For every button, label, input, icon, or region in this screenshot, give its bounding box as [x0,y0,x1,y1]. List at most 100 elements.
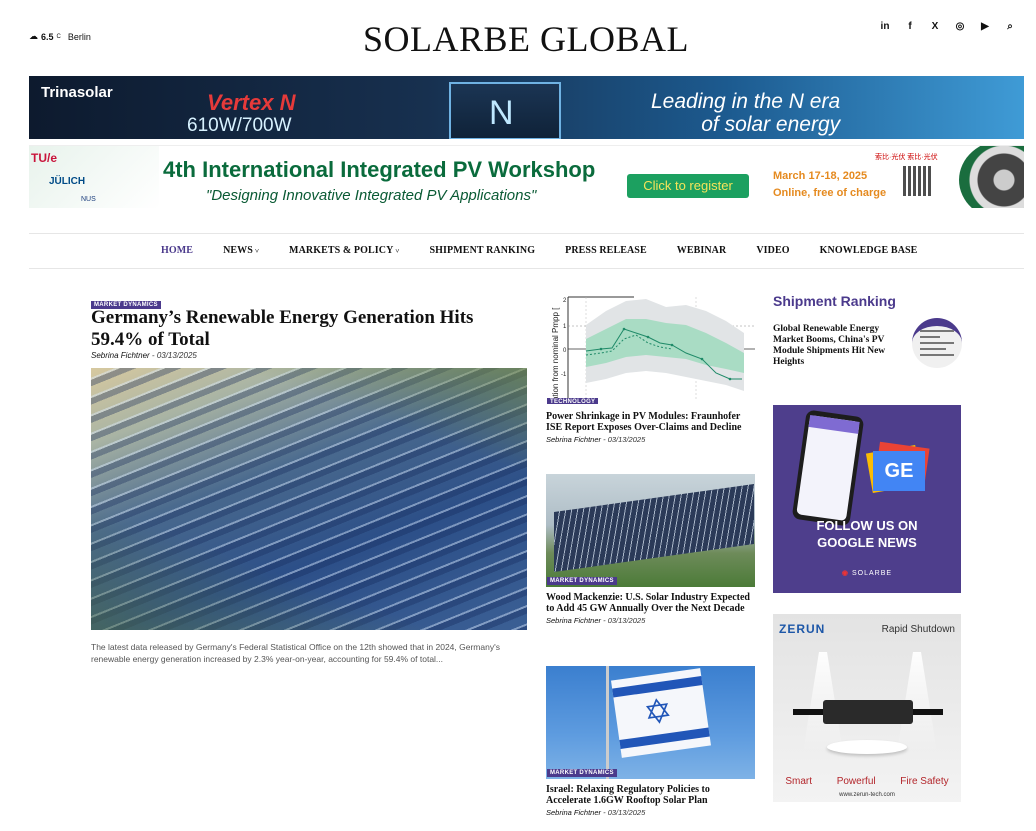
article-title[interactable]: Israel: Relaxing Regulatory Policies to … [546,784,755,806]
publish-date: 03/13/2025 [607,808,646,817]
article-card[interactable]: MARKET DYNAMICS Wood Mackenzie: U.S. Sol… [546,474,755,625]
nav-item-label: WEBINAR [676,245,727,256]
zerun-ad[interactable]: ZERUN Rapid Shutdown Smart Powerful Fire… [773,614,961,802]
nav-item-label: VIDEO [756,245,790,256]
author-name[interactable]: Sebrina Fichtner [546,616,601,625]
sidebar-article[interactable]: Global Renewable Energy Market Booms, Ch… [773,318,963,368]
article-card[interactable]: ✡ MARKET DYNAMICS Israel: Relaxing Regul… [546,666,755,817]
category-tag[interactable]: TECHNOLOGY [547,398,599,405]
feature-powerful: Powerful [836,776,876,787]
article-thumbnail[interactable]: ation from nominal Pmpp [ 2 1 0 -1 TECHN… [546,293,755,406]
zerun-headline: Rapid Shutdown [881,624,955,635]
workshop-subtitle: "Designing Innovative Integrated PV Appl… [206,187,537,204]
article-thumbnail[interactable]: ✡ MARKET DYNAMICS [546,666,755,779]
zerun-url: www.zerun-tech.com [839,792,895,798]
flag-pole [606,666,609,779]
article-title[interactable]: Power Shrinkage in PV Modules: Fraunhofe… [546,411,755,433]
article-byline: Sebrina Fichtner - 03/13/2025 [546,435,755,444]
category-tag[interactable]: MARKET DYNAMICS [547,577,617,585]
nav-item-video[interactable]: VIDEO [756,245,789,256]
zerun-features: Smart Powerful Fire Safety [773,776,961,787]
google-news-badge: GE [873,451,925,491]
israel-flag-image: ✡ [611,668,711,758]
chevron-down-icon: ˅ [254,247,260,255]
sidebar-heading[interactable]: Shipment Ranking [773,293,963,309]
degradation-chart-image: ation from nominal Pmpp [ 2 1 0 -1 [546,293,755,406]
partner-logos: TU/e JÜLICH NUS [29,146,159,208]
nav-item-label: NEWS [223,245,253,256]
trina-banner-ad[interactable]: Trinasolar Vertex N 610W/700W N Leading … [29,76,1024,139]
chart-tick-minus-1: -1 [561,372,567,378]
nav-item-markets-policy[interactable]: MARKETS & POLICY ˅ [289,245,399,256]
featured-image[interactable] [91,368,527,630]
instagram-icon[interactable]: ◎ [954,20,966,34]
nav-item-label: PRESS RELEASE [565,245,647,256]
star-of-david-icon: ✡ [641,690,676,735]
phone-graphic [791,409,865,527]
byline-separator: - [601,808,608,817]
pedestal-graphic [827,740,907,754]
nav-item-shipment-ranking[interactable]: SHIPMENT RANKING [430,245,536,256]
chevron-down-icon: ˅ [395,247,400,255]
solar-tracker-image [554,483,754,573]
register-button[interactable]: Click to register [627,174,749,198]
article-card[interactable]: ation from nominal Pmpp [ 2 1 0 -1 TECHN… [546,293,755,444]
featured-byline: Sebrina Fichtner - 03/13/2025 [91,351,197,360]
nav-item-label: SHIPMENT RANKING [429,245,536,256]
main-nav: HOME NEWS ˅ MARKETS & POLICY ˅ SHIPMENT RANKI… [29,233,1024,269]
google-news-icon: GE [865,441,930,494]
x-twitter-icon[interactable]: X [929,20,941,34]
publish-date: 03/13/2025 [607,616,646,625]
sidebar-article-title[interactable]: Global Renewable Energy Market Booms, Ch… [773,324,905,368]
nus-logo: NUS [81,196,96,203]
featured-title[interactable]: Germany’s Renewable Energy Generation Hi… [91,307,527,351]
author-name[interactable]: Sebrina Fichtner [546,808,601,817]
follow-line-1: FOLLOW US ON [816,518,918,533]
solarbe-brand: SOLARBE [851,570,893,577]
slogan-line-1: Leading in the N era [651,90,841,113]
sidebar-article-thumbnail[interactable] [912,318,962,368]
byline-separator: - [601,616,608,625]
article-byline: Sebrina Fichtner - 03/13/2025 [546,616,755,625]
follow-google-news-text: FOLLOW US ON GOOGLE NEWS [773,517,961,551]
nav-item-webinar[interactable]: WEBINAR [677,245,727,256]
nav-item-label: KNOWLEDGE BASE [819,245,918,256]
nav-item-label: HOME [161,245,194,256]
nav-item-knowledge-base[interactable]: KNOWLEDGE BASE [820,245,918,256]
slogan-line-2: of solar energy [701,113,841,136]
google-news-ad[interactable]: GE FOLLOW US ON GOOGLE NEWS ◉ SOLARBE [773,405,961,593]
article-title[interactable]: Wood Mackenzie: U.S. Solar Industry Expe… [546,592,755,614]
panel-letter: N [489,94,514,132]
nav-item-news[interactable]: NEWS ˅ [223,245,259,256]
trina-watts: 610W/700W [187,115,292,136]
top-bar: ☁ 6.5 C Berlin SOLARBE GLOBAL in f X ◎ ▶… [0,0,1036,75]
workshop-date-line-2: Online, free of charge [773,187,887,199]
workshop-banner-ad[interactable]: TU/e JÜLICH NUS 4th International Integr… [29,145,1024,208]
author-name[interactable]: Sebrina Fichtner [546,435,601,444]
article-byline: Sebrina Fichtner - 03/13/2025 [546,808,755,817]
wheel-graphic [959,146,1024,208]
feature-fire-safety: Fire Safety [900,776,949,787]
nav-item-label: MARKETS & POLICY [289,245,394,256]
facebook-icon[interactable]: f [904,20,916,34]
chart-axis-label: ation from nominal Pmpp [ [551,307,560,401]
trina-logo: Trinasolar [41,84,113,101]
nav-item-home[interactable]: HOME [161,245,193,256]
social-links: in f X ◎ ▶ ⌕ [879,20,1016,34]
workshop-date: March 17-18, 2025 Online, free of charge [773,168,886,202]
julich-logo: JÜLICH [49,176,86,187]
trina-product: Vertex N [207,90,296,115]
nav-item-press-release[interactable]: PRESS RELEASE [565,245,647,256]
category-tag[interactable]: MARKET DYNAMICS [547,769,617,777]
nav-list: HOME NEWS ˅ MARKETS & POLICY ˅ SHIPMENT RANKI… [161,245,947,256]
shutdown-device-image [793,700,943,724]
workshop-date-line-1: March 17-18, 2025 [773,170,868,182]
solarbe-logo: ◉ SOLARBE [841,570,893,577]
search-icon[interactable]: ⌕ [1004,20,1016,34]
article-thumbnail[interactable]: MARKET DYNAMICS [546,474,755,587]
landscape-image [91,368,527,630]
publish-date: 03/13/2025 [156,351,197,360]
youtube-icon[interactable]: ▶ [979,20,991,34]
author-name[interactable]: Sebrina Fichtner [91,351,150,360]
linkedin-icon[interactable]: in [879,20,891,34]
